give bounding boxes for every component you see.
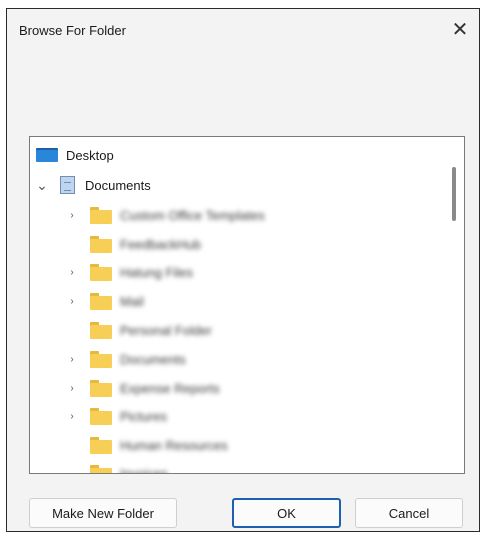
title-bar: Browse For Folder ✕: [7, 9, 479, 55]
tree-item-folder[interactable]: › Expense Reports: [66, 378, 220, 398]
tree-item-desktop[interactable]: Desktop: [36, 145, 114, 165]
tree-item-folder[interactable]: › Hatung Files: [66, 262, 193, 282]
tree-item-label: Human Resources: [120, 437, 228, 453]
tree-item-folder[interactable]: › Pictures: [66, 406, 167, 426]
chevron-right-icon[interactable]: ›: [66, 410, 78, 422]
make-new-folder-button[interactable]: Make New Folder: [29, 498, 177, 528]
folder-icon: [90, 263, 112, 281]
folder-icon: [90, 321, 112, 339]
chevron-right-icon[interactable]: ›: [66, 353, 78, 365]
scrollbar-thumb[interactable]: [452, 167, 456, 221]
folder-icon: [90, 407, 112, 425]
close-button[interactable]: ✕: [449, 19, 471, 41]
tree-item-label: Documents: [120, 351, 186, 367]
tree-item-label: Desktop: [66, 147, 114, 163]
desktop-icon: [36, 148, 58, 162]
tree-item-label: FeedbackHub: [120, 236, 201, 252]
tree-item-folder[interactable]: › Mail: [66, 291, 144, 311]
tree-item-label: Personal Folder: [120, 322, 212, 338]
folder-icon: [90, 206, 112, 224]
tree-item-folder[interactable]: Personal Folder: [90, 320, 212, 340]
chevron-right-icon[interactable]: ›: [66, 295, 78, 307]
ok-button[interactable]: OK: [232, 498, 341, 528]
dialog-title: Browse For Folder: [19, 23, 126, 38]
tree-item-folder[interactable]: › Documents: [66, 349, 186, 369]
folder-icon: [90, 350, 112, 368]
tree-item-documents[interactable]: ⌄ Documents: [36, 175, 151, 195]
tree-item-label: Hatung Files: [120, 264, 193, 280]
folder-icon: [90, 379, 112, 397]
tree-item-folder[interactable]: Invoices: [90, 463, 168, 474]
chevron-right-icon[interactable]: ›: [66, 266, 78, 278]
folder-icon: [90, 464, 112, 473]
tree-item-folder[interactable]: › Custom Office Templates: [66, 205, 265, 225]
tree-item-label: Expense Reports: [120, 380, 220, 396]
tree-item-label: Pictures: [120, 408, 167, 424]
browse-for-folder-dialog: Browse For Folder ✕ Desktop ⌄ Documents …: [6, 8, 480, 532]
tree-item-label: Documents: [85, 177, 151, 193]
tree-item-label: Invoices: [120, 465, 168, 474]
documents-icon: [60, 176, 75, 194]
folder-tree[interactable]: Desktop ⌄ Documents › Custom Office Temp…: [29, 136, 465, 474]
folder-icon: [90, 292, 112, 310]
tree-item-label: Custom Office Templates: [120, 207, 265, 223]
folder-icon: [90, 436, 112, 454]
tree-item-folder[interactable]: Human Resources: [90, 435, 228, 455]
chevron-down-icon[interactable]: ⌄: [36, 177, 48, 193]
chevron-right-icon[interactable]: ›: [66, 209, 78, 221]
folder-icon: [90, 235, 112, 253]
chevron-right-icon[interactable]: ›: [66, 382, 78, 394]
tree-item-folder[interactable]: FeedbackHub: [90, 234, 201, 254]
tree-item-label: Mail: [120, 293, 144, 309]
cancel-button[interactable]: Cancel: [355, 498, 463, 528]
